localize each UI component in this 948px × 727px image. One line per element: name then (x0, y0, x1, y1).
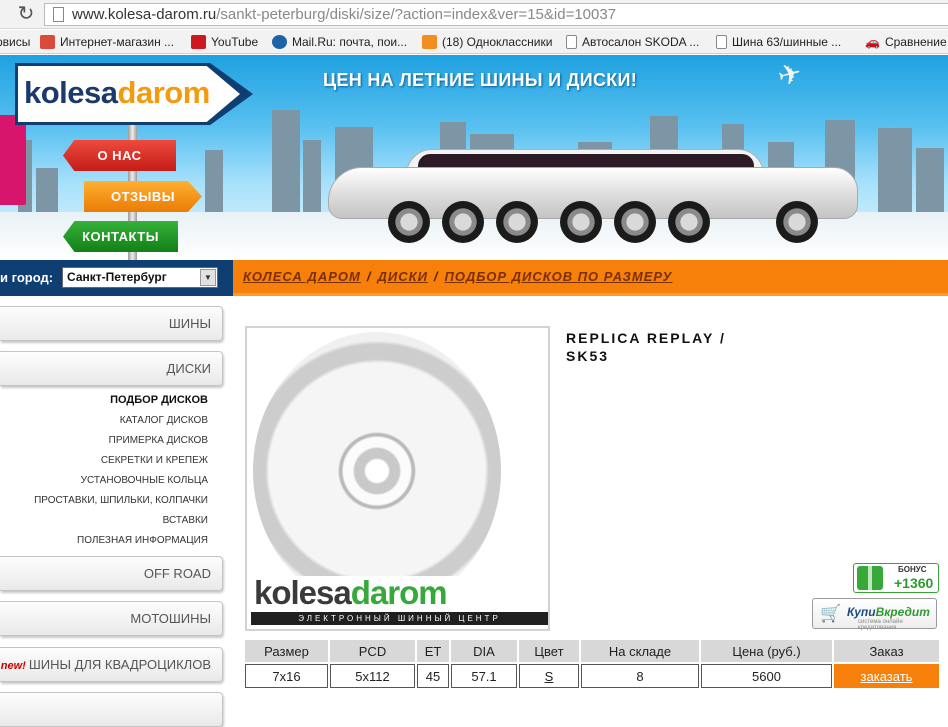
browser-address-bar: ↻ www.kolesa-darom.ru/sankt-peterburg/di… (0, 0, 948, 29)
submenu-disk-catalog[interactable]: КАТАЛОГ ДИСКОВ (120, 415, 208, 426)
banner-headline: ЦЕН НА ЛЕТНИЕ ШИНЫ И ДИСКИ! (323, 70, 638, 90)
bookmark-skoda[interactable]: Автосалон SKODA ... (566, 34, 699, 50)
banner-girl-figure (0, 115, 26, 205)
store-icon (40, 35, 55, 49)
wheel-icon (776, 201, 818, 243)
breadcrumb-home[interactable]: КОЛЕСА ДАРОМ (243, 269, 361, 284)
cell-dia: 57.1 (451, 664, 517, 688)
credit-button-label: КупиВкредит (847, 605, 930, 619)
menu-next[interactable] (0, 692, 223, 727)
new-badge: new! (0, 660, 26, 672)
youtube-icon (191, 35, 206, 49)
col-header-pcd: PCD (330, 640, 415, 662)
col-header-size: Размер (245, 640, 328, 662)
city-select[interactable]: Санкт-Петербург ▼ (62, 267, 218, 288)
submenu-rings[interactable]: УСТАНОВОЧНЫЕ КОЛЬЦА (81, 475, 208, 486)
airplane-icon: ✈ (774, 56, 806, 93)
cell-et: 45 (417, 664, 449, 688)
product-image[interactable]: kolesadarom ЭЛЕКТРОННЫЙ ШИННЫЙ ЦЕНТР (245, 326, 550, 631)
submenu-info[interactable]: ПОЛЕЗНАЯ ИНФОРМАЦИЯ (77, 535, 208, 546)
breadcrumb-size-search[interactable]: ПОДБОР ДИСКОВ ПО РАЗМЕРУ (445, 269, 673, 284)
cell-stock: 8 (581, 664, 699, 688)
submenu-inserts[interactable]: ВСТАВКИ (163, 515, 208, 526)
menu-atv[interactable]: new! ШИНЫ ДЛЯ КВАДРОЦИКЛОВ (0, 647, 223, 682)
breadcrumb-separator: / (433, 269, 439, 284)
contacts-link[interactable]: КОНТАКТЫ (63, 221, 178, 252)
gift-icon (857, 566, 883, 590)
url-text: www.kolesa-darom.ru/sankt-peterburg/disk… (72, 6, 617, 23)
city-selector-bar: и город: Санкт-Петербург ▼ (0, 260, 233, 296)
about-link[interactable]: О НАС (63, 140, 176, 171)
cell-color-link[interactable]: S (519, 664, 579, 688)
breadcrumb: КОЛЕСА ДАРОМ / ДИСКИ / ПОДБОР ДИСКОВ ПО РАЗМ… (233, 260, 948, 296)
bookmark-mailru[interactable]: Mail.Ru: почта, пои... (272, 34, 407, 50)
menu-atv-label: ШИНЫ ДЛЯ КВАДРОЦИКЛОВ (28, 657, 211, 672)
wheel-icon (560, 201, 602, 243)
bookmarks-bar: рвисы Интернет-магазин ... YouTube Mail.… (0, 30, 948, 54)
site-banner: ✈ ЦЕН НА ЛЕТНИЕ ШИНЫ И ДИСКИ! kolesadaro… (0, 55, 948, 260)
page-icon (53, 7, 64, 22)
page-icon (716, 35, 727, 49)
cart-icon: 🛒 (820, 604, 842, 623)
mailru-icon (272, 35, 287, 49)
bonus-badge[interactable]: БОНУС +1360 (853, 563, 939, 593)
wheel-rim-image (253, 332, 501, 610)
car-icon: 🚗 (865, 35, 880, 49)
wheel-icon (388, 201, 430, 243)
table-row: 7x16 5x112 45 57.1 S 8 5600 заказать (245, 664, 939, 688)
col-header-et: ET (417, 640, 449, 662)
bookmark-store[interactable]: Интернет-магазин ... (40, 34, 174, 50)
city-label: и город: (0, 270, 54, 285)
table-header-row: Размер PCD ET DIA Цвет На складе Цена (р… (245, 640, 939, 662)
reviews-link[interactable]: ОТЗЫВЫ (84, 181, 202, 212)
col-header-color: Цвет (519, 640, 579, 662)
city-select-value: Санкт-Петербург (67, 270, 167, 284)
limousine-image (328, 147, 858, 243)
cell-pcd: 5x112 (330, 664, 415, 688)
logo-text: kolesadarom (24, 75, 210, 110)
col-header-price: Цена (руб.) (701, 640, 832, 662)
chevron-down-icon[interactable]: ▼ (200, 269, 216, 286)
bonus-value: +1360 (894, 575, 934, 591)
menu-tires[interactable]: ШИНЫ (0, 306, 223, 341)
site-logo[interactable]: kolesadarom (15, 63, 253, 125)
submenu-spacers[interactable]: ПРОСТАВКИ, ШПИЛЬКИ, КОЛПАЧКИ (34, 495, 208, 506)
bookmark-youtube[interactable]: YouTube (191, 34, 258, 50)
wheel-icon (668, 201, 710, 243)
image-watermark: kolesadarom (251, 576, 548, 612)
bookmark-compare[interactable]: 🚗 Сравнение (865, 34, 947, 50)
col-header-stock: На складе (581, 640, 699, 662)
submenu-disk-search[interactable]: ПОДБОР ДИСКОВ (110, 394, 208, 406)
breadcrumb-disks[interactable]: ДИСКИ (377, 269, 427, 284)
bookmark-shina63[interactable]: Шина 63/шинные ... (716, 34, 841, 50)
order-button[interactable]: заказать (834, 664, 939, 688)
breadcrumb-separator: / (366, 269, 372, 284)
url-field[interactable]: www.kolesa-darom.ru/sankt-peterburg/disk… (44, 3, 948, 26)
credit-tagline: система онлайн кредитования (858, 619, 903, 631)
menu-disks[interactable]: ДИСКИ (0, 351, 223, 386)
odnoklassniki-icon (422, 35, 437, 49)
submenu-disk-fitting[interactable]: ПРИМЕРКА ДИСКОВ (109, 435, 208, 446)
submenu-locks[interactable]: СЕКРЕТКИ И КРЕПЕЖ (101, 455, 208, 466)
credit-button[interactable]: 🛒 КупиВкредит система онлайн кредитовани… (812, 598, 937, 631)
wheel-icon (496, 201, 538, 243)
col-header-dia: DIA (451, 640, 517, 662)
menu-moto[interactable]: МОТОШИНЫ (0, 601, 223, 636)
page-icon (566, 35, 577, 49)
product-title: REPLICA REPLAY / SK53 (566, 330, 726, 364)
cell-price: 5600 (701, 664, 832, 688)
bookmark-odnoklassniki[interactable]: (18) Одноклассники (422, 34, 552, 50)
reload-icon[interactable]: ↻ (14, 3, 38, 25)
bonus-label: БОНУС (898, 565, 927, 574)
cell-size: 7x16 (245, 664, 328, 688)
wheel-icon (442, 201, 484, 243)
wheel-icon (614, 201, 656, 243)
image-watermark-tagline: ЭЛЕКТРОННЫЙ ШИННЫЙ ЦЕНТР (251, 612, 548, 625)
bookmark-services[interactable]: рвисы (0, 34, 30, 50)
specs-table: Размер PCD ET DIA Цвет На складе Цена (р… (243, 638, 941, 690)
menu-offroad[interactable]: OFF ROAD (0, 556, 223, 591)
col-header-order: Заказ (834, 640, 939, 662)
